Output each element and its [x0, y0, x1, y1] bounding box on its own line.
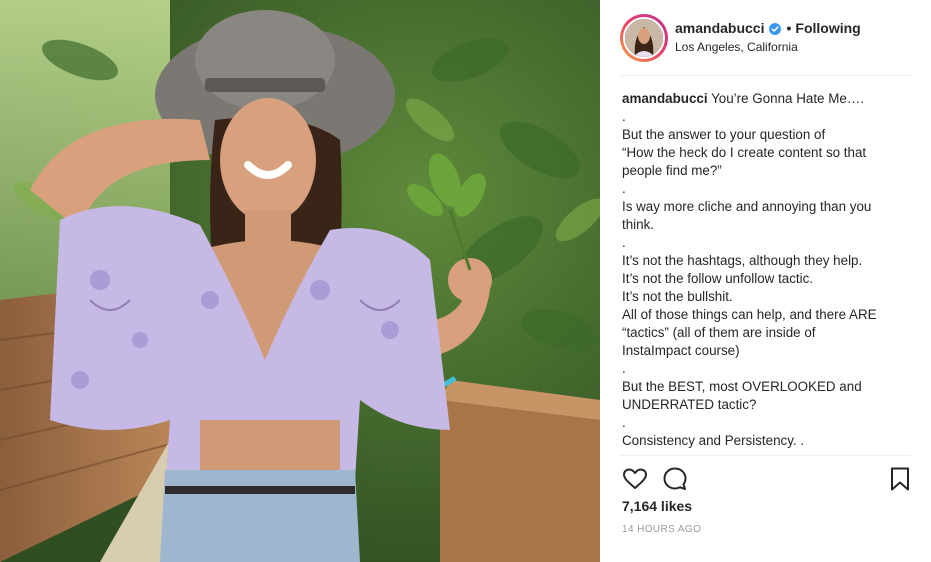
caption-line: “tactics” (all of them are inside of: [622, 325, 816, 340]
username-link[interactable]: amandabucci: [675, 20, 764, 36]
verified-badge-icon: [769, 22, 782, 35]
caption-line: It’s not the hashtags, although they hel…: [622, 253, 863, 268]
post-header: amandabucci • Following Los Angeles, Cal…: [620, 12, 911, 76]
likes-count[interactable]: 7,164 likes: [622, 498, 692, 514]
caption-username[interactable]: amandabucci: [622, 91, 708, 106]
post-photo[interactable]: [0, 0, 600, 562]
caption-line: InstaImpact course): [622, 343, 740, 358]
avatar[interactable]: [623, 17, 665, 59]
caption: amandabucci You’re Gonna Hate Me…. . But…: [622, 90, 914, 454]
follow-button[interactable]: Following: [795, 20, 860, 36]
caption-line: But the answer to your question of: [622, 127, 826, 142]
caption-line: .: [622, 235, 626, 250]
caption-line: think.: [622, 217, 655, 232]
user-row: amandabucci • Following: [675, 20, 861, 36]
caption-line: It’s not the bullshit.: [622, 289, 733, 304]
caption-line: But the BEST, most OVERLOOKED and: [622, 379, 862, 394]
caption-line: .: [622, 181, 626, 196]
caption-line: “How the heck do I create content so tha…: [622, 145, 867, 160]
post-image: [0, 0, 600, 562]
post-timestamp[interactable]: 14 HOURS AGO: [622, 524, 701, 535]
post-sidebar: amandabucci • Following Los Angeles, Cal…: [600, 0, 931, 562]
location-link[interactable]: Los Angeles, California: [675, 40, 798, 54]
bookmark-icon[interactable]: [887, 466, 913, 492]
caption-line-0: amandabucci You’re Gonna Hate Me….: [622, 90, 914, 108]
avatar-image: [625, 19, 663, 57]
caption-text: You’re Gonna Hate Me….: [711, 91, 864, 106]
caption-line: people find me?”: [622, 163, 722, 178]
caption-line: All of those things can help, and there …: [622, 307, 877, 322]
comment-icon[interactable]: [662, 466, 688, 492]
avatar-story-ring[interactable]: [620, 14, 668, 62]
caption-line: UNDERRATED tactic?: [622, 397, 757, 412]
caption-line: .: [622, 109, 626, 124]
caption-line: Consistency and Persistency. .: [622, 433, 805, 448]
action-bar: [620, 455, 911, 495]
caption-line: It’s not the follow unfollow tactic.: [622, 271, 814, 286]
caption-line: .: [622, 361, 626, 376]
caption-line: Is way more cliche and annoying than you: [622, 199, 872, 214]
separator-dot: •: [786, 20, 792, 36]
caption-line: .: [622, 415, 626, 430]
heart-icon[interactable]: [622, 466, 648, 492]
